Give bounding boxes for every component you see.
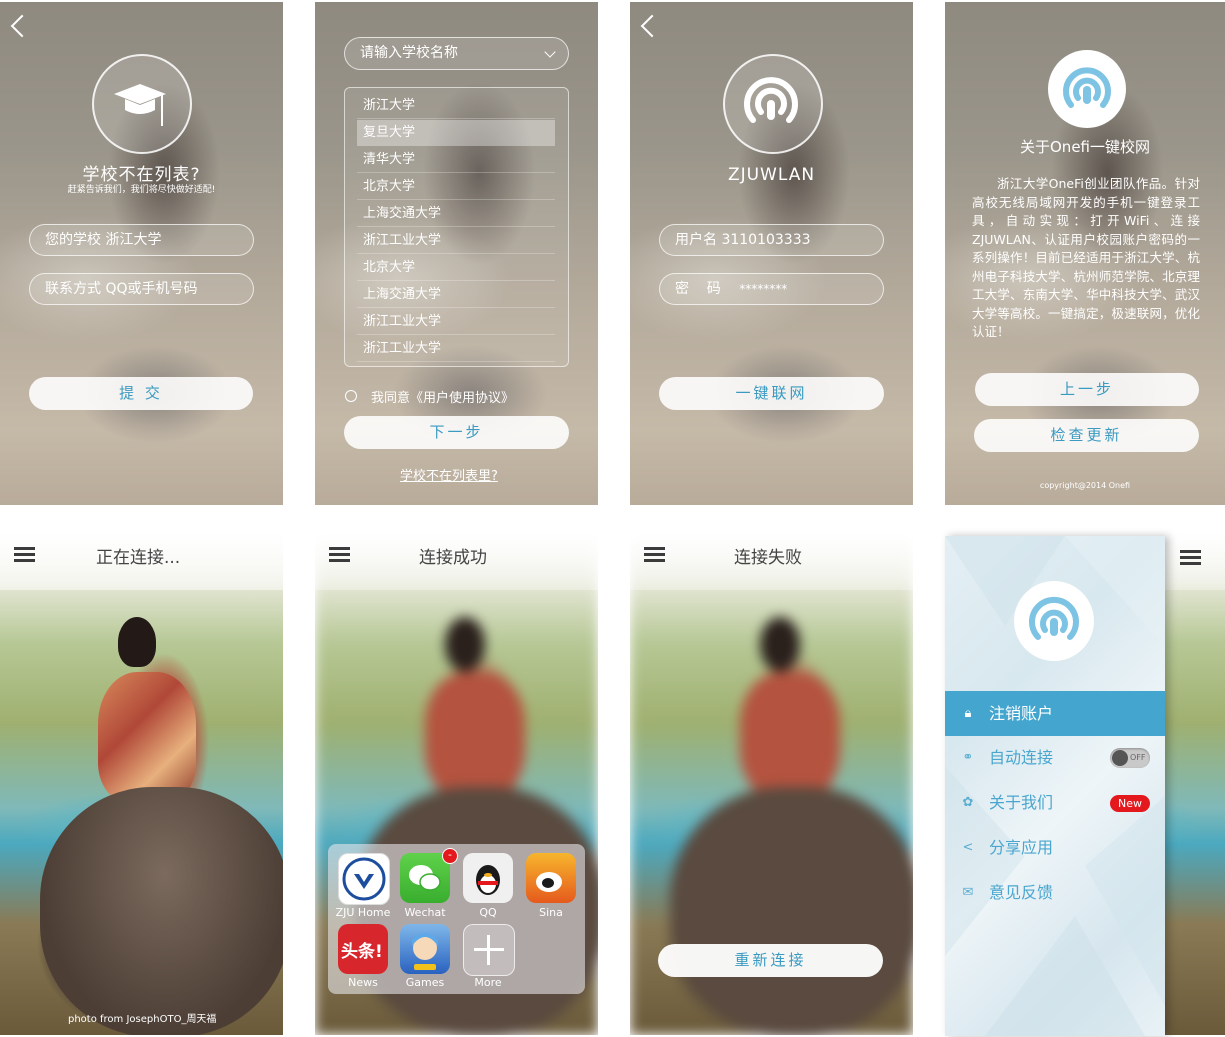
wifi-signal-icon [1063,67,1111,108]
not-listed-link[interactable]: 学校不在列表里? [400,465,498,484]
photo-credit: photo from JosephOTO_周天福 [68,1014,217,1025]
next-button[interactable]: 下一步 [344,416,569,449]
menu-item-feedback[interactable]: ✉ 意见反馈 [945,871,1165,915]
weibo-icon[interactable] [526,853,576,903]
delete-badge[interactable]: - [442,848,458,864]
copyright-text: copyright@2014 Onefi [1039,481,1131,490]
status-title: 连接失败 [734,548,802,568]
school-option[interactable]: 北京大学 [357,255,555,281]
password-value: ******** [739,282,788,296]
app-label: More [474,976,502,989]
contact-input[interactable]: 联系方式 QQ或手机号码 [29,273,254,305]
girl-dress [98,672,196,802]
status-title: 连接成功 [419,548,487,568]
new-badge: New [1110,795,1150,812]
menu-item-about[interactable]: ✿ 关于我们 New [945,781,1165,825]
app-label: News [348,976,378,989]
game-character-icon[interactable] [400,924,450,974]
status-title: 正在连接... [96,548,181,568]
graduation-cap-icon [114,84,166,126]
lock-icon: 🔒︎ [964,706,972,721]
school-option[interactable]: 浙江工业大学 [357,228,555,254]
school-option[interactable]: 上海交通大学 [357,282,555,308]
check-update-button[interactable]: 检查更新 [974,419,1199,452]
mail-icon: ✉ [962,885,974,900]
menu-item-label: 自动连接 [989,748,1054,767]
menu-icon[interactable] [644,547,665,562]
screen-about: 关于Onefi一键校网 浙江大学OneFi创业团队作品。针对高校无线局域网开发的… [945,2,1225,505]
logo-circle [92,54,192,154]
wifi-signal-icon [1029,596,1079,640]
connect-button[interactable]: 一键联网 [659,377,884,410]
screen-report-school: 学校不在列表? 赶紧告诉我们，我们将尽快做好适配! 您的学校 浙江大学 联系方式… [0,2,283,505]
menu-item-label: 意见反馈 [989,883,1054,902]
back-arrow-icon[interactable] [640,14,664,38]
screen-connecting: 正在连接... photo from JosephOTO_周天福 [0,532,283,1035]
app-panel: ZJU Home - Wechat QQ Sina 头条! News Games [328,844,585,994]
school-search-input[interactable]: 请输入学校名称 [344,37,569,70]
logo-circle [723,54,823,154]
toggle-state: OFF [1130,753,1146,762]
menu-icon[interactable] [329,547,350,562]
screen-login: ZJUWLAN 用户名 3110103333 密 码 ******** 一键联网 [630,2,913,505]
share-icon: < [962,840,974,855]
toutiao-text: 头条! [341,942,383,962]
menu-icon[interactable] [14,547,35,562]
app-label: Wechat [404,906,446,919]
menu-icon[interactable] [1180,550,1201,565]
auto-connect-toggle[interactable]: OFF [1110,748,1150,768]
school-option[interactable]: 北京大学 [357,174,555,200]
about-icon: ✿ [962,795,974,810]
password-input[interactable]: 密 码 ******** [659,273,884,305]
menu-item-label: 分享应用 [989,838,1054,857]
about-description: 浙江大学OneFi创业团队作品。针对高校无线局域网开发的手机一键登录工具，自动实… [972,176,1200,339]
agree-text[interactable]: 我同意《用户使用协议》 [371,387,514,406]
link-icon: ⚭ [962,750,974,765]
girl-figure [118,617,156,667]
reconnect-button[interactable]: 重新连接 [658,944,883,977]
school-option[interactable]: 浙江工业大学 [357,309,555,335]
logo-circle [1048,50,1126,128]
school-option[interactable]: 清华大学 [357,147,555,173]
menu-item-logout[interactable]: 🔒︎ 注销账户 [945,691,1165,736]
logo-circle [1014,581,1094,661]
prev-button[interactable]: 上一步 [975,373,1199,406]
menu-item-label: 注销账户 [989,704,1054,723]
password-label: 密 码 [675,281,721,297]
ssid-label: ZJUWLAN [727,165,816,185]
school-option[interactable]: 浙江工业大学 [357,336,555,362]
menu-item-label: 关于我们 [989,793,1054,812]
qq-penguin-icon[interactable] [463,853,513,903]
school-option[interactable]: 浙江大学 [357,93,555,119]
school-option[interactable]: 复旦大学 [357,120,555,146]
school-input[interactable]: 您的学校 浙江大学 [29,224,254,256]
app-label: Games [405,976,445,989]
plus-icon[interactable] [463,924,515,976]
username-input[interactable]: 用户名 3110103333 [659,224,884,256]
toggle-knob [1112,750,1128,766]
app-label: Sina [539,906,563,919]
toutiao-icon[interactable]: 头条! [338,924,388,974]
screen-failed: 连接失败 重新连接 [630,532,913,1035]
menu-item-share[interactable]: < 分享应用 [945,826,1165,870]
app-label: ZJU Home [335,906,391,919]
wifi-signal-icon [744,77,798,123]
rock [40,787,283,1035]
menu-item-auto-connect[interactable]: ⚭ 自动连接 OFF [945,736,1165,780]
app-label: QQ [479,906,497,919]
zju-logo-icon[interactable] [338,853,390,905]
school-option[interactable]: 上海交通大学 [357,201,555,227]
about-title: 关于Onefi一键校网 [1020,138,1150,156]
back-arrow-icon[interactable] [10,14,34,38]
page-subtitle: 赶紧告诉我们，我们将尽快做好适配! [67,185,216,195]
school-list[interactable]: 浙江大学 复旦大学 清华大学 北京大学 上海交通大学 浙江工业大学 北京大学 上海交通大学 浙江… [344,87,569,367]
screen-success: 连接成功 ZJU Home - Wechat QQ Sina 头条! News [315,532,598,1035]
submit-button[interactable]: 提 交 [29,377,253,410]
agree-radio[interactable] [345,390,357,402]
